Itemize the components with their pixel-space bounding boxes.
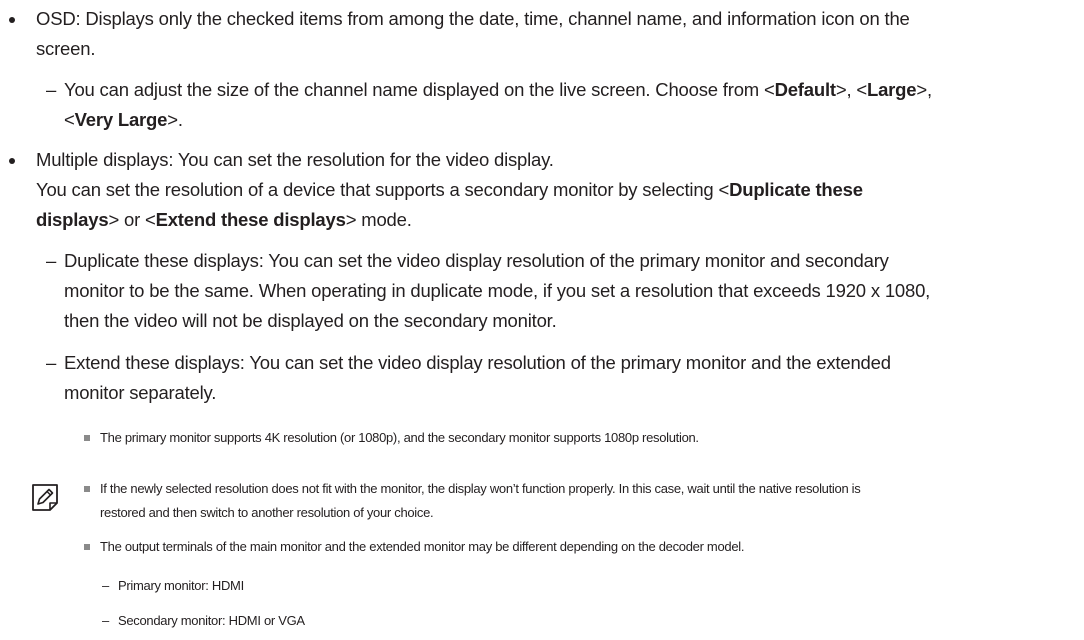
dup-sub-line2: monitor to be the same. When operating i… xyxy=(64,280,931,301)
separator: < xyxy=(64,109,75,130)
note-sub-item-2: – Secondary monitor: HDMI or VGA xyxy=(102,609,1018,633)
note-pencil-icon xyxy=(32,484,58,511)
dash-marker: – xyxy=(46,352,57,373)
note-sub-item-1: – Primary monitor: HDMI xyxy=(102,574,1018,598)
extend-note: The primary monitor supports 4K resoluti… xyxy=(84,426,1080,450)
ext-sub-line2: monitor separately. xyxy=(64,382,217,403)
document-page: OSD: Displays only the checked items fro… xyxy=(0,0,1084,640)
osd-sub-line2: <Very Large>. xyxy=(64,105,1082,135)
multi-line2: You can set the resolution of a device t… xyxy=(36,175,1076,205)
extend-option-label: Extend these displays xyxy=(155,209,346,230)
very-large-option-label: Very Large xyxy=(74,109,168,130)
note-item-1: If the newly selected resolution does no… xyxy=(84,477,1080,525)
multi-text: You can set the resolution of a device t… xyxy=(36,179,730,200)
square-bullet-icon xyxy=(84,486,90,492)
bullet-dot-icon xyxy=(9,158,15,164)
note-item-1-line1: If the newly selected resolution does no… xyxy=(100,481,861,496)
osd-sub-text: You can adjust the size of the channel n… xyxy=(64,79,775,100)
note-item-1-line2: restored and then switch to another reso… xyxy=(100,505,434,520)
osd-text-line1: OSD: Displays only the checked items fro… xyxy=(36,8,910,29)
multi-text-end: > mode. xyxy=(345,209,412,230)
multi-line1: Multiple displays: You can set the resol… xyxy=(36,149,554,170)
extend-sub-item: – Extend these displays: You can set the… xyxy=(46,348,1082,408)
dup-sub-line3: then the video will not be displayed on … xyxy=(64,310,557,331)
default-option-label: Default xyxy=(774,79,837,100)
note-item-2: The output terminals of the main monitor… xyxy=(84,535,1080,559)
dash-marker: – xyxy=(46,79,57,100)
dash-marker: – xyxy=(102,578,109,593)
bullet-dot-icon xyxy=(9,17,15,23)
osd-text-line2: screen. xyxy=(36,38,96,59)
extend-note-text: The primary monitor supports 4K resoluti… xyxy=(100,430,699,445)
secondary-monitor-text: Secondary monitor: HDMI or VGA xyxy=(118,613,305,628)
dup-sub-line1: Duplicate these displays: You can set th… xyxy=(64,250,889,271)
separator: >. xyxy=(167,109,183,130)
square-bullet-icon xyxy=(84,544,90,550)
osd-sub-item: – You can adjust the size of the channel… xyxy=(46,75,1082,135)
separator: >, < xyxy=(835,79,867,100)
multi-line3: displays> or <Extend these displays> mod… xyxy=(36,205,1076,235)
separator: >, xyxy=(916,79,932,100)
square-bullet-icon xyxy=(84,435,90,441)
large-option-label: Large xyxy=(866,79,917,100)
dash-marker: – xyxy=(46,250,57,271)
note-item-2-text: The output terminals of the main monitor… xyxy=(100,539,745,554)
primary-monitor-text: Primary monitor: HDMI xyxy=(118,578,244,593)
osd-sub-line1: You can adjust the size of the channel n… xyxy=(64,75,1082,105)
ext-sub-line1: Extend these displays: You can set the v… xyxy=(64,352,891,373)
dash-marker: – xyxy=(102,613,109,628)
separator: > or < xyxy=(108,209,156,230)
duplicate-sub-item: – Duplicate these displays: You can set … xyxy=(46,246,1082,336)
duplicate-option-label-cont: displays xyxy=(36,209,109,230)
multiple-displays-bullet: Multiple displays: You can set the resol… xyxy=(9,145,1076,235)
osd-bullet: OSD: Displays only the checked items fro… xyxy=(9,4,1076,64)
duplicate-option-label: Duplicate these xyxy=(729,179,863,200)
